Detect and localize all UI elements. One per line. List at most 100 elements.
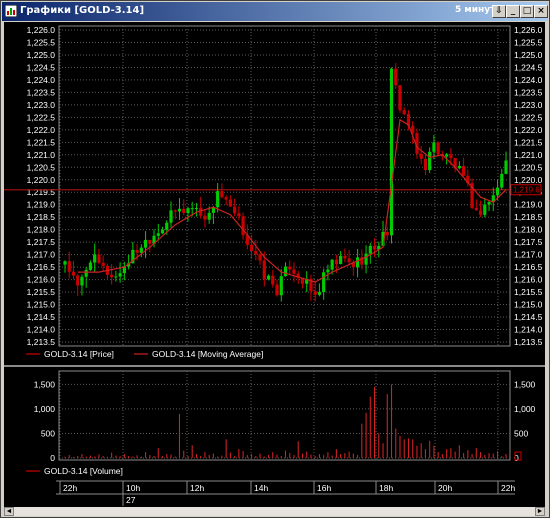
candle-body: [194, 207, 199, 209]
candle-body: [67, 261, 71, 272]
candle-body: [313, 291, 317, 295]
candle-body: [249, 244, 254, 251]
price-tick-right: 1,214.5: [514, 312, 543, 322]
time-axis-label: 10h: [126, 483, 140, 493]
price-tick-left: 1,216.0: [27, 275, 56, 285]
candle-body: [461, 165, 466, 176]
dock-button[interactable]: ⇩: [492, 5, 506, 18]
price-tick-left: 1,226.0: [27, 25, 56, 35]
price-tick-right: 1,225.5: [514, 37, 543, 47]
candle-body: [165, 222, 169, 230]
price-tick-left: 1,214.0: [27, 325, 56, 335]
candle-body: [71, 271, 76, 276]
price-tick-right: 1,220.5: [514, 162, 543, 172]
price-tick-right: 1,220.0: [514, 175, 543, 185]
price-tick-right: 1,216.5: [514, 262, 543, 272]
candle-body: [139, 247, 143, 253]
current-price-label: 1,219.6: [513, 186, 540, 195]
candle-body: [394, 68, 398, 86]
candle-body: [389, 68, 394, 236]
candle-body: [258, 254, 262, 261]
candle-body: [445, 154, 449, 157]
price-tick-right: 1,218.0: [514, 225, 543, 235]
price-tick-left: 1,222.5: [27, 112, 56, 122]
candle-body: [160, 229, 165, 234]
volume-tick-left: 1,000: [34, 404, 56, 414]
price-tick-left: 1,224.0: [27, 75, 56, 85]
price-tick-left: 1,218.0: [27, 225, 56, 235]
candle-body: [364, 253, 368, 265]
price-tick-right: 1,221.0: [514, 150, 543, 160]
candle-body: [262, 260, 266, 280]
price-tick-right: 1,222.0: [514, 125, 543, 135]
candle-body: [88, 262, 93, 270]
candle-body: [419, 153, 423, 159]
candle-body: [474, 207, 478, 211]
price-tick-left: 1,220.0: [27, 175, 56, 185]
candle-body: [80, 276, 84, 286]
candle-body: [487, 202, 491, 205]
title-bar[interactable]: Графики [GOLD-3.14] 5 минут ⇩ _ □ ×: [2, 2, 548, 21]
window-title: Графики [GOLD-3.14]: [20, 5, 145, 16]
candle-body: [266, 275, 271, 280]
candle-body: [216, 191, 220, 208]
candle-body: [207, 212, 211, 220]
price-tick-right: 1,224.0: [514, 75, 543, 85]
price-tick-right: 1,219.0: [514, 200, 543, 210]
close-button[interactable]: ×: [534, 5, 548, 18]
price-tick-left: 1,219.5: [27, 187, 56, 197]
candle-body: [500, 173, 504, 188]
price-tick-right: 1,226.0: [514, 25, 543, 35]
candle-body: [241, 216, 245, 236]
candle-body: [101, 262, 105, 266]
candle-body: [233, 206, 237, 214]
candle-body: [428, 151, 432, 171]
day-label: 27: [126, 495, 136, 505]
price-tick-left: 1,217.5: [27, 237, 56, 247]
candle-body: [190, 208, 194, 210]
chart-app-icon: [5, 5, 17, 17]
price-tick-left: 1,222.0: [27, 125, 56, 135]
candle-body: [495, 187, 500, 196]
candle-body: [343, 256, 347, 259]
scroll-left-icon[interactable]: ◄: [4, 507, 14, 516]
candle-body: [423, 158, 428, 171]
price-tick-right: 1,213.5: [514, 337, 543, 347]
price-tick-left: 1,215.5: [27, 287, 56, 297]
scroll-right-icon[interactable]: ►: [535, 507, 545, 516]
price-tick-left: 1,221.5: [27, 137, 56, 147]
chart-area[interactable]: 1,226.0 1,226.0 1,225.5 1,225.5 1,225.0 1,225…: [4, 22, 545, 507]
price-tick-right: 1,222.5: [514, 112, 543, 122]
price-tick-right: 1,221.5: [514, 137, 543, 147]
candle-body: [97, 254, 101, 263]
candle-body: [449, 154, 453, 159]
horizontal-scrollbar[interactable]: ◄ ►: [4, 507, 545, 516]
candle-body: [339, 256, 343, 264]
candle-body: [478, 210, 483, 215]
candle-body: [203, 215, 207, 220]
candle-body: [275, 284, 279, 296]
candle-body: [186, 208, 190, 214]
price-tick-right: 1,225.0: [514, 50, 543, 60]
price-tick-left: 1,221.0: [27, 150, 56, 160]
time-axis-label: 20h: [438, 483, 452, 493]
candle-body: [63, 261, 67, 265]
candle-body: [156, 233, 160, 236]
chart-svg[interactable]: 1,226.0 1,226.0 1,225.5 1,225.5 1,225.0 1,225…: [4, 22, 545, 507]
legend-ma-label: GOLD-3.14 [Moving Average]: [152, 349, 263, 359]
legend-volume-label: GOLD-3.14 [Volume]: [44, 466, 123, 476]
period-label[interactable]: 5 минут: [455, 5, 495, 15]
maximize-button[interactable]: □: [520, 5, 534, 18]
minimize-button[interactable]: _: [506, 5, 520, 18]
candle-body: [504, 160, 508, 174]
candle-body: [432, 142, 436, 152]
price-tick-right: 1,218.5: [514, 212, 543, 222]
price-tick-left: 1,215.0: [27, 300, 56, 310]
candle-body: [317, 292, 322, 295]
price-tick-left: 1,223.5: [27, 87, 56, 97]
price-tick-right: 1,217.5: [514, 237, 543, 247]
time-axis-label: 22h: [63, 483, 77, 493]
price-tick-left: 1,220.5: [27, 162, 56, 172]
candle-body: [220, 191, 224, 198]
candle-body: [118, 273, 122, 277]
